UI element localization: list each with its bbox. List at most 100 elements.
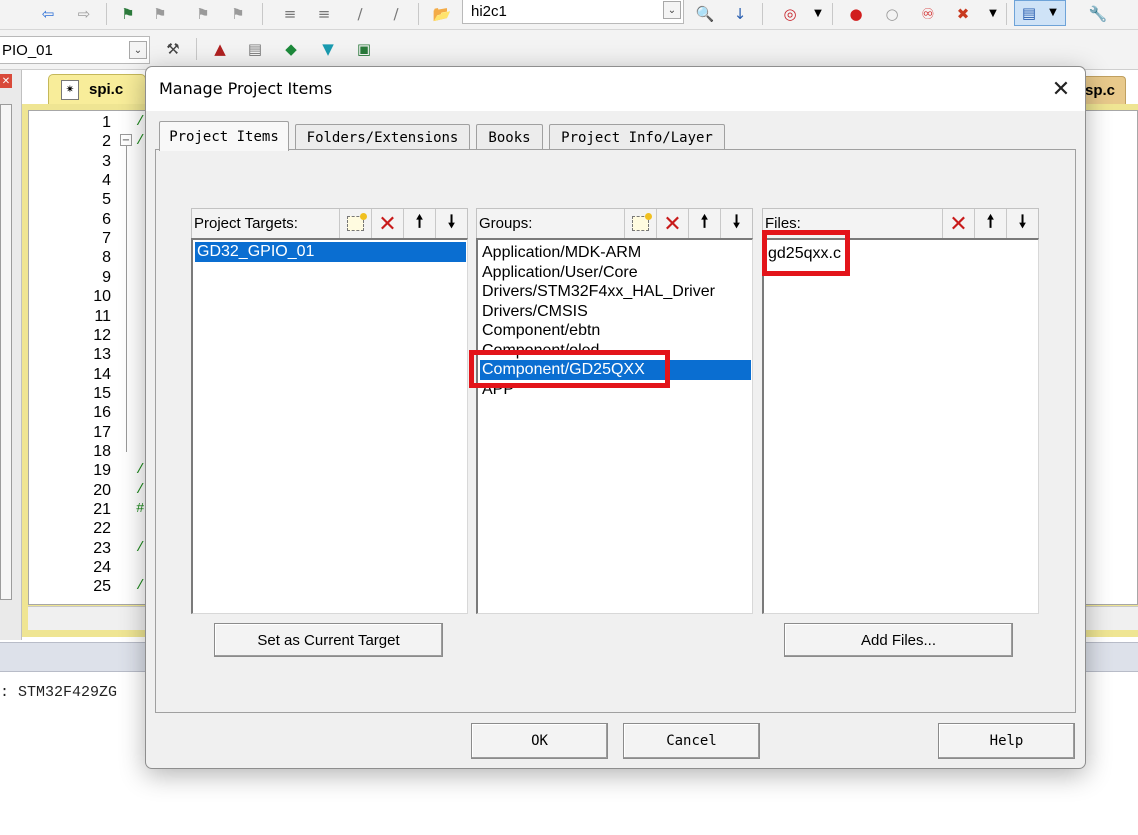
debug-session-icon[interactable]: ◎ — [780, 4, 800, 24]
groups-label: Groups: — [479, 215, 533, 232]
close-icon[interactable]: ✕ — [1043, 73, 1079, 105]
files-label: Files: — [765, 215, 801, 232]
insert-breakpoint-icon[interactable]: ● — [846, 4, 866, 24]
line-number: 11 — [94, 307, 111, 325]
line-number: 24 — [93, 559, 111, 577]
back-icon[interactable]: ⇦ — [38, 4, 58, 24]
event-recorder-icon[interactable]: ▣ — [354, 39, 374, 59]
chevron-down-icon[interactable]: ⌄ — [129, 41, 147, 59]
indent-icon[interactable]: ≡ — [280, 4, 300, 24]
targets-header: Project Targets: ✕ 🠕 🠗 — [191, 208, 468, 239]
list-item-group[interactable]: Component/oled — [480, 341, 599, 361]
close-icon[interactable]: ✕ — [0, 74, 12, 88]
tab-label: sp.c — [1085, 82, 1116, 99]
line-number: 1 — [102, 114, 111, 131]
find-combo[interactable]: hi2c1 ⌄ — [462, 0, 684, 24]
comment-icon[interactable]: ∕ — [350, 4, 370, 24]
unindent-icon[interactable]: ≡ — [314, 4, 334, 24]
new-group-button[interactable] — [624, 208, 656, 239]
list-item-target[interactable]: GD32_GPIO_01 — [195, 242, 466, 262]
toolbar-separator — [1006, 3, 1007, 25]
tab-books[interactable]: Books — [476, 124, 543, 151]
tab-label: Project Items — [169, 128, 279, 145]
list-item-group[interactable]: APP — [480, 380, 514, 400]
fold-line — [126, 146, 127, 452]
pack-installer-icon[interactable]: ▤ — [245, 39, 265, 59]
arrow-up-icon: 🠕 — [415, 212, 424, 231]
line-number: 14 — [93, 365, 111, 383]
uncomment-icon[interactable]: ∕ — [386, 4, 406, 24]
list-item-group[interactable]: Application/MDK-ARM — [480, 243, 641, 263]
move-file-up-button[interactable]: 🠕 — [974, 208, 1006, 239]
kill-breakpoints-icon[interactable]: ✖ — [953, 4, 973, 24]
move-group-down-button[interactable]: 🠗 — [720, 208, 752, 239]
delete-file-button[interactable]: ✕ — [942, 208, 974, 239]
list-item-group[interactable]: Component/ebtn — [480, 321, 600, 341]
move-group-up-button[interactable]: 🠕 — [688, 208, 720, 239]
target-options-icon[interactable]: ⚒ — [163, 39, 183, 59]
build-toolbar: PIO_01 ⌄ ⚒ ▲ ▤ ◆ ▼ ▣ — [0, 30, 1138, 70]
line-number: 23 — [93, 539, 111, 557]
chevron-down-icon[interactable]: ▼ — [983, 4, 1003, 24]
move-target-down-button[interactable]: 🠗 — [435, 208, 467, 239]
help-button[interactable]: Help — [938, 723, 1075, 759]
list-item-group[interactable]: Drivers/CMSIS — [480, 302, 588, 322]
toolbar-separator — [262, 3, 263, 25]
tab-spi-c[interactable]: ✴ spi.c — [48, 74, 146, 104]
cancel-button[interactable]: Cancel — [623, 723, 760, 759]
fold-collapse-icon[interactable]: − — [120, 134, 132, 146]
incremental-find-icon[interactable]: ↓ — [730, 4, 750, 24]
move-target-up-button[interactable]: 🠕 — [403, 208, 435, 239]
chevron-down-icon[interactable]: ▼ — [808, 4, 828, 24]
list-item-group[interactable]: Drivers/STM32F4xx_HAL_Driver — [480, 282, 715, 302]
manage-runtime-icon[interactable]: ▼ — [318, 39, 338, 59]
line-number: 7 — [102, 230, 111, 248]
list-item-file[interactable]: gd25qxx.c — [766, 244, 841, 264]
files-list[interactable]: gd25qxx.c — [762, 238, 1039, 614]
clear-bookmarks-icon[interactable]: ⚑ — [228, 4, 248, 24]
add-files-button[interactable]: Add Files... — [784, 623, 1013, 657]
tab-folders-extensions[interactable]: Folders/Extensions — [295, 124, 470, 151]
line-number: 9 — [102, 268, 111, 286]
line-number: 8 — [102, 249, 111, 267]
window-layout-button[interactable]: ▤ ▼ — [1014, 0, 1066, 26]
groups-list[interactable]: Application/MDK-ARM Application/User/Cor… — [476, 238, 753, 614]
find-in-files-icon[interactable]: 📂 — [432, 4, 452, 24]
disable-breakpoints-icon[interactable]: ♾ — [918, 4, 938, 24]
line-number: 3 — [102, 152, 111, 170]
toolbar-separator — [418, 3, 419, 25]
line-number: 22 — [93, 520, 111, 538]
tab-project-items[interactable]: Project Items — [159, 121, 289, 151]
files-section: Files: ✕ 🠕 🠗 gd25qxx.c — [762, 208, 1039, 614]
next-bookmark-icon[interactable]: ⚑ — [193, 4, 213, 24]
output-text: : STM32F429ZG — [0, 684, 118, 701]
select-packs-icon[interactable]: ◆ — [281, 39, 301, 59]
line-number: 16 — [93, 404, 111, 422]
project-panel-scrollbar[interactable] — [0, 104, 12, 600]
line-number: 21 — [93, 501, 111, 518]
move-file-down-button[interactable]: 🠗 — [1006, 208, 1038, 239]
set-as-current-target-button[interactable]: Set as Current Target — [214, 623, 443, 657]
delete-target-button[interactable]: ✕ — [371, 208, 403, 239]
target-select[interactable]: PIO_01 ⌄ — [0, 36, 150, 64]
dialog-title: Manage Project Items — [159, 79, 333, 98]
manage-project-items-icon[interactable]: ▲ — [210, 39, 230, 59]
tab-label: Books — [488, 130, 531, 146]
find-icon[interactable]: 🔍 — [695, 4, 715, 24]
bookmark-icon[interactable]: ⚑ — [118, 4, 138, 24]
line-number: 25 — [93, 578, 111, 596]
delete-group-button[interactable]: ✕ — [656, 208, 688, 239]
forward-icon[interactable]: ⇨ — [74, 4, 94, 24]
prev-bookmark-icon[interactable]: ⚑ — [150, 4, 170, 24]
chevron-down-icon[interactable]: ⌄ — [663, 1, 681, 19]
new-target-button[interactable] — [339, 208, 371, 239]
ok-button[interactable]: OK — [471, 723, 608, 759]
code-fragment: / — [136, 539, 145, 556]
toolbar-separator — [832, 3, 833, 25]
list-item-group[interactable]: Application/User/Core — [480, 263, 638, 283]
enable-breakpoint-icon[interactable]: ○ — [882, 4, 902, 24]
list-item-group-selected[interactable]: Component/GD25QXX — [480, 360, 751, 380]
tab-project-info-layer[interactable]: Project Info/Layer — [549, 124, 725, 151]
configure-icon[interactable]: 🔧 — [1088, 4, 1108, 24]
targets-list[interactable]: GD32_GPIO_01 — [191, 238, 468, 614]
